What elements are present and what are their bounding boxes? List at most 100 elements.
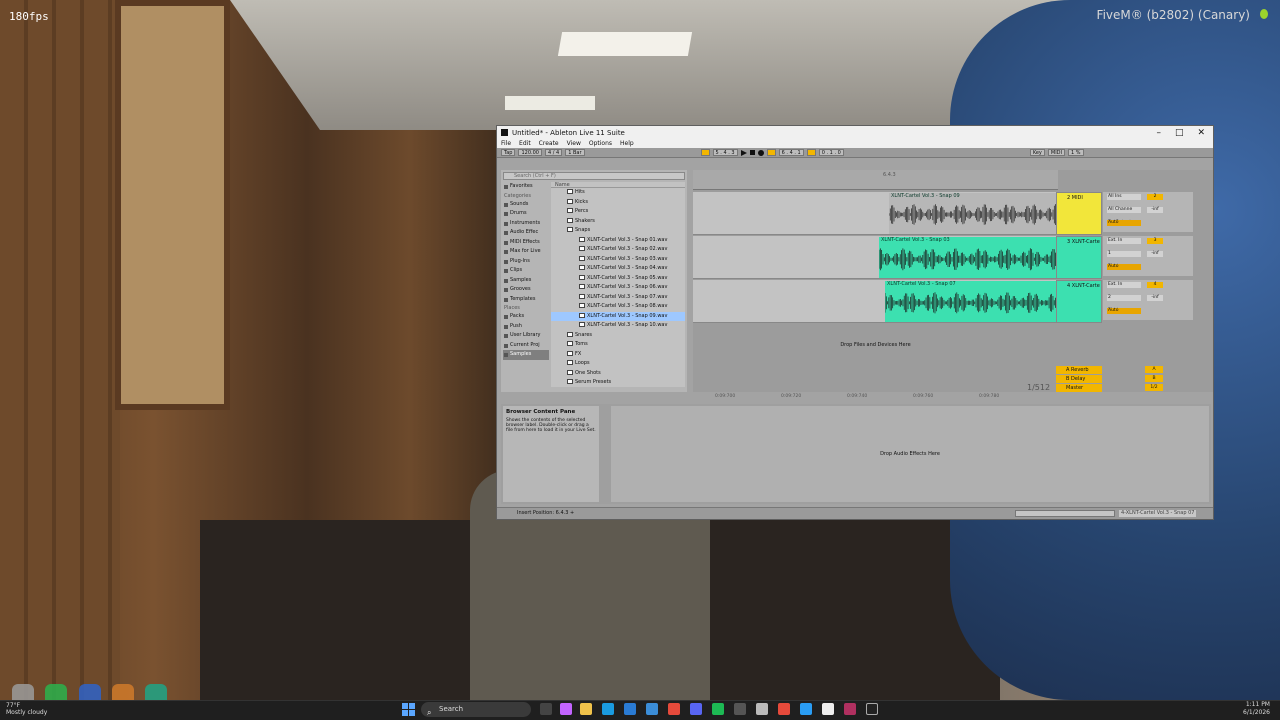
terminal-icon[interactable] (734, 703, 746, 715)
category-item[interactable]: Max for Live (503, 247, 549, 257)
return-track-header[interactable]: Master (1056, 384, 1102, 392)
sample-file-item[interactable]: XLNT-Cartel Vol.3 - Snap 09.wav (551, 311, 685, 321)
sample-file-item[interactable]: XLNT-Cartel Vol.3 - Snap 07.wav (551, 293, 685, 303)
place-item[interactable]: User Library (503, 331, 549, 341)
category-item[interactable]: Sounds (503, 200, 549, 210)
category-item[interactable]: Templates (503, 295, 549, 305)
category-item[interactable]: Audio Effec (503, 228, 549, 238)
sample-file-item[interactable]: XLNT-Cartel Vol.3 - Snap 02.wav (551, 245, 685, 255)
app-icon[interactable] (800, 703, 812, 715)
play-icon[interactable] (740, 149, 747, 156)
tap-button[interactable]: Tap (501, 149, 516, 156)
io-chooser-ch[interactable]: All Channe (1107, 207, 1141, 213)
monitor-switch[interactable]: Auto (1107, 264, 1141, 270)
sample-file-item[interactable]: XLNT-Cartel Vol.3 - Snap 03.wav (551, 255, 685, 265)
store-icon[interactable] (624, 703, 636, 715)
record-icon[interactable] (757, 149, 764, 156)
folder-item[interactable]: One Shots (551, 369, 685, 379)
volume-readout[interactable]: -inf (1147, 207, 1163, 213)
taskbar-search[interactable]: ⌕ Search (421, 702, 531, 717)
follow-button[interactable] (700, 149, 710, 156)
app-icon[interactable] (756, 703, 768, 715)
menu-options[interactable]: Options (589, 140, 612, 147)
midi-map-button[interactable]: MIDI (1047, 149, 1066, 156)
selected-clip-label[interactable]: 4-XLNT-Cartel Vol.3 - Snap 07 (1119, 510, 1197, 517)
browser-search-input[interactable]: Search (Ctrl + F) (503, 172, 685, 180)
song-position[interactable]: 5 . 4 . 3 (712, 149, 738, 156)
tempo-field[interactable]: 120.00 (518, 149, 542, 156)
device-drop-area[interactable]: Drop Audio Effects Here (611, 406, 1209, 502)
file-explorer-icon[interactable] (580, 703, 592, 715)
return-send-button[interactable]: B (1145, 375, 1163, 382)
category-item[interactable]: Grooves (503, 285, 549, 295)
quantize-menu[interactable]: 1 Bar (565, 149, 585, 156)
io-chooser-in[interactable]: Ext. In (1107, 238, 1141, 244)
track-header[interactable]: 2 MIDI (1056, 192, 1102, 235)
timeline-ruler[interactable]: 6.4.3 (693, 170, 1058, 190)
app-icon[interactable] (646, 703, 658, 715)
menu-view[interactable]: View (567, 140, 581, 147)
folder-item[interactable]: Snaps (551, 226, 685, 236)
return-track-header[interactable]: A Reverb (1056, 366, 1102, 374)
loop-toggle[interactable] (806, 149, 816, 156)
signature-field[interactable]: 4 / 4 (544, 149, 563, 156)
sample-file-item[interactable]: XLNT-Cartel Vol.3 - Snap 08.wav (551, 302, 685, 312)
monitor-switch[interactable]: Auto (1107, 308, 1141, 314)
chrome-icon[interactable] (668, 703, 680, 715)
spotify-icon[interactable] (712, 703, 724, 715)
task-view-icon[interactable] (540, 703, 552, 715)
stop-icon[interactable] (749, 150, 755, 155)
return-send-button[interactable]: 1/2 (1145, 384, 1163, 391)
sample-file-item[interactable]: XLNT-Cartel Vol.3 - Snap 10.wav (551, 321, 685, 331)
track-activator-button[interactable]: 2 (1147, 194, 1163, 200)
folder-item[interactable]: Shakers (551, 217, 685, 227)
app-icon[interactable] (822, 703, 834, 715)
folder-item[interactable]: Toms (551, 340, 685, 350)
volume-readout[interactable]: -inf (1147, 251, 1163, 257)
track-activator-button[interactable]: 4 (1147, 282, 1163, 288)
overdub-button[interactable] (766, 149, 776, 156)
folder-item[interactable]: Percs (551, 207, 685, 217)
sample-file-item[interactable]: XLNT-Cartel Vol.3 - Snap 04.wav (551, 264, 685, 274)
folder-item[interactable]: Hits (551, 188, 685, 198)
category-item[interactable]: Instruments (503, 219, 549, 229)
app-icon[interactable] (560, 703, 572, 715)
category-item[interactable]: Clips (503, 266, 549, 276)
monitor-switch[interactable]: Auto (1107, 220, 1141, 226)
io-chooser-ch[interactable]: 2 (1107, 295, 1141, 301)
place-item[interactable]: Samples (503, 350, 549, 360)
ableton-window[interactable]: Untitled* - Ableton Live 11 Suite – □ ✕ … (496, 125, 1214, 520)
io-chooser-ch[interactable]: 1 (1107, 251, 1141, 257)
menu-create[interactable]: Create (539, 140, 559, 147)
title-bar[interactable]: Untitled* - Ableton Live 11 Suite – □ ✕ (497, 126, 1213, 139)
track-activator-button[interactable]: 3 (1147, 238, 1163, 244)
ableton-taskbar-icon[interactable] (866, 703, 878, 715)
menu-file[interactable]: File (501, 140, 511, 147)
io-chooser-in[interactable]: All Ins (1107, 194, 1141, 200)
audio-clip[interactable]: XLNT-Cartel Vol.3 - Snap 09 (889, 193, 1056, 234)
category-item[interactable]: MIDI Effects (503, 238, 549, 248)
folder-item[interactable]: Kicks (551, 198, 685, 208)
edge-icon[interactable] (602, 703, 614, 715)
folder-item[interactable]: FX (551, 350, 685, 360)
category-item[interactable]: Drums (503, 209, 549, 219)
place-item[interactable]: Current Proj (503, 341, 549, 351)
category-item[interactable]: Plug-Ins (503, 257, 549, 267)
weather-widget[interactable]: 77°F Mostly cloudy (6, 702, 47, 716)
folder-item[interactable]: Serum Presets (551, 378, 685, 388)
windows-start-icon[interactable] (402, 703, 415, 716)
loop-length-field[interactable]: 0 . 1 . 0 (818, 149, 844, 156)
minimize-icon[interactable]: – (1156, 128, 1161, 138)
place-item[interactable]: Push (503, 322, 549, 332)
folder-item[interactable]: Loops (551, 359, 685, 369)
io-chooser-in[interactable]: Ext. In (1107, 282, 1141, 288)
audio-clip[interactable]: XLNT-Cartel Vol.3 - Snap 07 (885, 281, 1056, 322)
discord-icon[interactable] (690, 703, 702, 715)
audio-clip[interactable]: XLNT-Cartel Vol.3 - Snap 03 (879, 237, 1056, 278)
folder-item[interactable]: Snares (551, 331, 685, 341)
sample-file-item[interactable]: XLNT-Cartel Vol.3 - Snap 01.wav (551, 236, 685, 246)
volume-readout[interactable]: -inf (1147, 295, 1163, 301)
menu-help[interactable]: Help (620, 140, 634, 147)
arrangement-view[interactable]: 6.4.3 XLNT-Cartel Vol.3 - Snap 09 2 MIDI A… (693, 170, 1213, 399)
category-item[interactable]: Samples (503, 276, 549, 286)
